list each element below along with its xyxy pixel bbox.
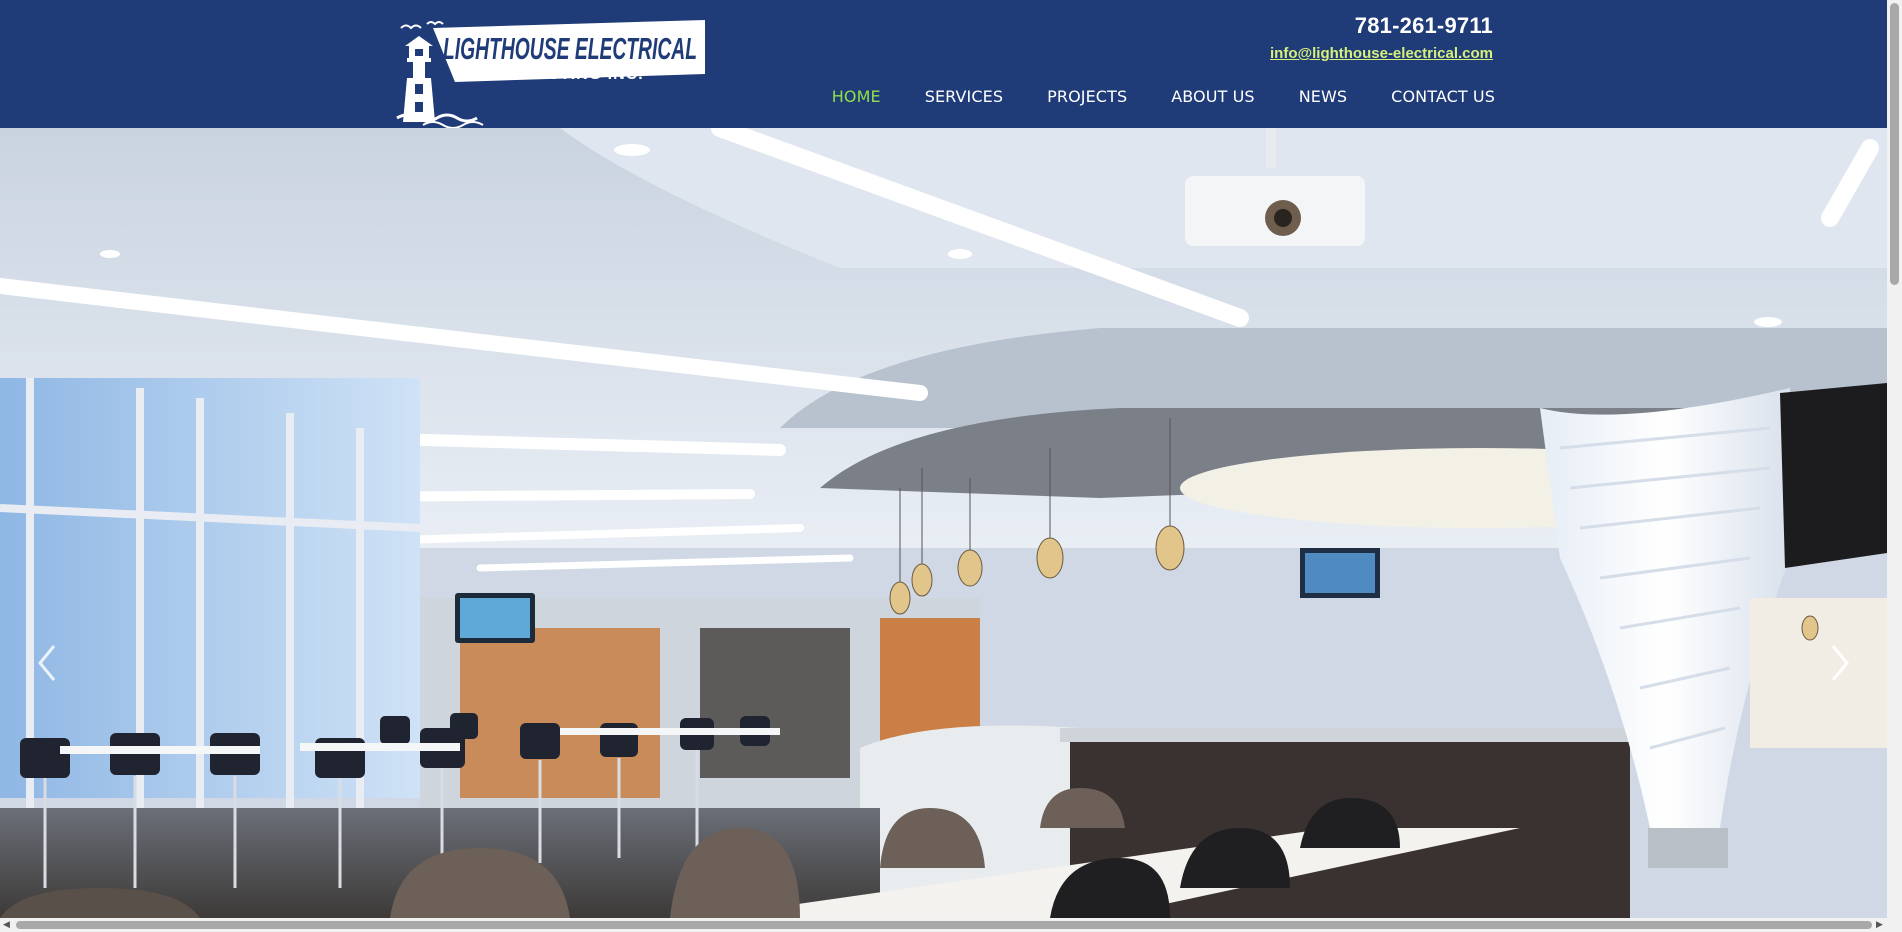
logo-subtitle: CONTRACTING INC.: [473, 66, 644, 83]
cafeteria-photo: [0, 128, 1887, 918]
nav-about-us[interactable]: ABOUT US: [1171, 87, 1254, 106]
scroll-left-icon[interactable]: ◀: [3, 918, 10, 932]
main-nav: HOME SERVICES PROJECTS ABOUT US NEWS CON…: [788, 87, 1495, 106]
chevron-left-icon[interactable]: [32, 640, 62, 686]
hero-slider: [0, 128, 1887, 918]
vertical-scrollbar[interactable]: [1887, 0, 1902, 918]
company-logo[interactable]: LIGHTHOUSE ELECTRICAL CONTRACTING INC.: [393, 18, 708, 128]
logo-title: LIGHTHOUSE ELECTRICAL: [443, 31, 697, 66]
scroll-right-icon[interactable]: ▶: [1876, 918, 1883, 932]
nav-news[interactable]: NEWS: [1299, 87, 1347, 106]
chevron-right-icon[interactable]: [1825, 640, 1855, 686]
nav-contact-us[interactable]: CONTACT US: [1391, 87, 1495, 106]
phone-number[interactable]: 781-261-9711: [1355, 13, 1493, 39]
nav-home[interactable]: HOME: [832, 87, 881, 106]
horizontal-scrollbar-thumb[interactable]: [16, 921, 1872, 929]
email-link[interactable]: info@lighthouse-electrical.com: [1270, 45, 1493, 62]
vertical-scrollbar-thumb[interactable]: [1890, 3, 1899, 285]
nav-projects[interactable]: PROJECTS: [1047, 87, 1127, 106]
nav-services[interactable]: SERVICES: [925, 87, 1003, 106]
horizontal-scrollbar[interactable]: ◀ ▶: [0, 918, 1902, 932]
site-header: LIGHTHOUSE ELECTRICAL CONTRACTING INC. 7…: [0, 0, 1887, 128]
